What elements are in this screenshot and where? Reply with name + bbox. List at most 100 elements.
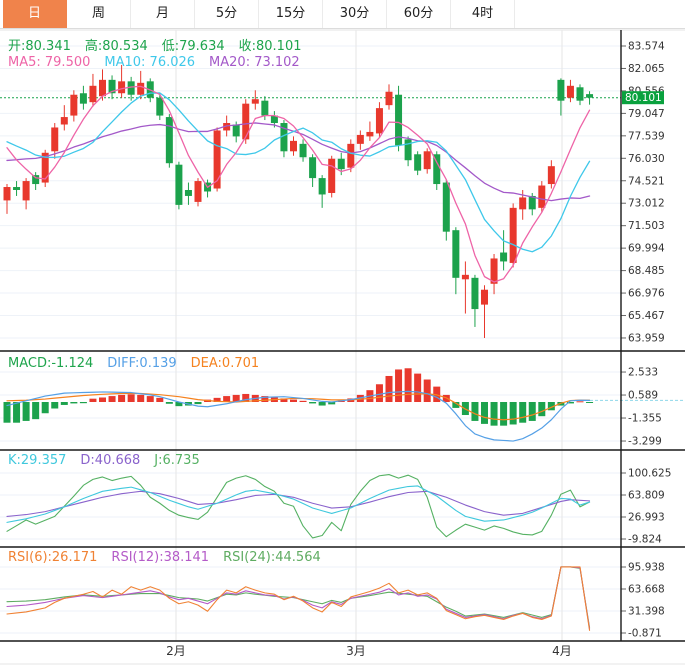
- candle-body: [576, 87, 584, 101]
- price-axis-label: 69.994: [628, 243, 665, 255]
- candle-body: [461, 274, 469, 280]
- ma20-value: MA20: 73.102: [209, 55, 300, 70]
- candle-body: [13, 187, 21, 190]
- macd-histogram-bar: [41, 402, 49, 414]
- candle-body: [385, 91, 393, 106]
- candle-body: [89, 85, 97, 103]
- kdj-axis-label: 26.993: [628, 512, 665, 524]
- macd-histogram-bar: [404, 368, 412, 402]
- price-axis-label: 66.976: [628, 288, 665, 300]
- macd-histogram-bar: [423, 379, 431, 402]
- candle-body: [175, 164, 183, 205]
- low-value: 低:79.634: [161, 39, 225, 54]
- price-axis-label: 68.485: [628, 265, 665, 277]
- macd-histogram-bar: [309, 402, 317, 404]
- month-label: 4月: [552, 644, 572, 658]
- tab-interval-0[interactable]: 日: [3, 0, 67, 28]
- candle-body: [547, 166, 555, 185]
- macd-histogram-bar: [32, 402, 40, 420]
- candle-body: [442, 182, 450, 232]
- macd-histogram-bar: [22, 402, 30, 421]
- chart-canvas: 83.57482.06580.55679.04777.53976.03074.5…: [0, 29, 685, 671]
- candle-body: [165, 117, 173, 164]
- tab-interval-2[interactable]: 月: [131, 0, 195, 28]
- tab-interval-1[interactable]: 周: [67, 0, 131, 28]
- macd-histogram-bar: [13, 402, 21, 423]
- month-label: 3月: [346, 644, 366, 658]
- rsi-axis-label: 95.938: [628, 562, 665, 574]
- macd-histogram-bar: [519, 402, 527, 423]
- candle-body: [99, 79, 106, 97]
- rsi-axis-label: 31.398: [628, 605, 665, 617]
- macd-axis-label: -1.355: [628, 413, 662, 425]
- current-price-badge-label: 80.101: [625, 92, 662, 104]
- kdj-axis-label: -9.824: [628, 534, 662, 546]
- rsi-axis-label: 63.668: [628, 584, 665, 596]
- rsi6-value: RSI(6):26.171: [8, 550, 98, 565]
- candle-body: [261, 100, 269, 116]
- diff-value: DIFF:0.139: [107, 356, 177, 371]
- candle-body: [251, 99, 259, 104]
- macd-histogram-bar: [509, 402, 517, 425]
- candle-body: [586, 94, 594, 98]
- macd-axis-label: -3.299: [628, 436, 662, 448]
- candle-body: [242, 103, 250, 140]
- price-axis-label: 71.503: [628, 220, 665, 232]
- j-value: J:6.735: [154, 453, 200, 468]
- macd-histogram-bar: [99, 397, 106, 402]
- macd-histogram-bar: [528, 402, 536, 421]
- macd-histogram-bar: [137, 394, 145, 402]
- interval-tabbar: 日周月 5分 15分 30分 60分 4时: [0, 0, 685, 29]
- candle-body: [299, 143, 307, 158]
- candle-body: [375, 108, 383, 134]
- candle-body: [70, 94, 78, 116]
- macd-axis-label: 0.589: [628, 390, 658, 402]
- candle-body: [356, 134, 364, 144]
- tab-interval-6[interactable]: 60分: [387, 0, 451, 28]
- ma10-value: MA10: 76.026: [104, 55, 196, 70]
- candle-body: [290, 140, 297, 152]
- macd-histogram-bar: [375, 384, 383, 402]
- candle-body: [509, 207, 517, 263]
- candle-body: [3, 187, 11, 201]
- high-value: 高:80.534: [84, 39, 148, 54]
- tab-interval-3[interactable]: 5分: [195, 0, 259, 28]
- candle-body: [481, 289, 488, 305]
- price-axis-label: 82.065: [628, 63, 665, 75]
- candle-body: [184, 189, 192, 196]
- macd-histogram-bar: [156, 397, 164, 402]
- kdj-axis-label: 100.625: [628, 467, 671, 479]
- candle-body: [60, 117, 68, 125]
- macd-histogram-bar: [490, 402, 498, 426]
- macd-histogram-bar: [79, 402, 87, 404]
- open-value: 开:80.341: [8, 39, 71, 54]
- candle-body: [538, 185, 546, 208]
- kdj-axis-label: 63.809: [628, 490, 665, 502]
- price-axis-label: 77.539: [628, 130, 665, 142]
- tab-interval-4[interactable]: 15分: [259, 0, 323, 28]
- macd-histogram-bar: [538, 402, 546, 417]
- candle-body: [79, 93, 87, 104]
- macd-histogram-bar: [500, 402, 508, 426]
- candle-body: [519, 197, 527, 210]
- candle-body: [137, 82, 145, 95]
- candle-body: [366, 131, 374, 137]
- macd-histogram-bar: [70, 402, 78, 404]
- macd-histogram-bar: [395, 369, 403, 402]
- price-axis-label: 76.030: [628, 153, 665, 165]
- ma-readout: MA5: 79.500 MA10: 76.026 MA20: 73.102: [8, 55, 314, 70]
- candle-body: [500, 252, 508, 262]
- candle-body: [194, 181, 202, 202]
- tab-interval-7[interactable]: 4时: [451, 0, 515, 28]
- month-label: 2月: [166, 644, 186, 658]
- rsi12-value: RSI(12):38.141: [111, 550, 210, 565]
- price-axis-label: 63.959: [628, 332, 665, 344]
- macd-axis-label: 2.533: [628, 367, 658, 379]
- candle-body: [309, 157, 317, 179]
- macd-histogram-bar: [108, 396, 116, 402]
- macd-histogram-bar: [576, 401, 584, 403]
- macd-histogram-bar: [318, 402, 326, 406]
- tab-interval-5[interactable]: 30分: [323, 0, 387, 28]
- candle-body: [156, 97, 164, 116]
- candle-body: [557, 79, 565, 101]
